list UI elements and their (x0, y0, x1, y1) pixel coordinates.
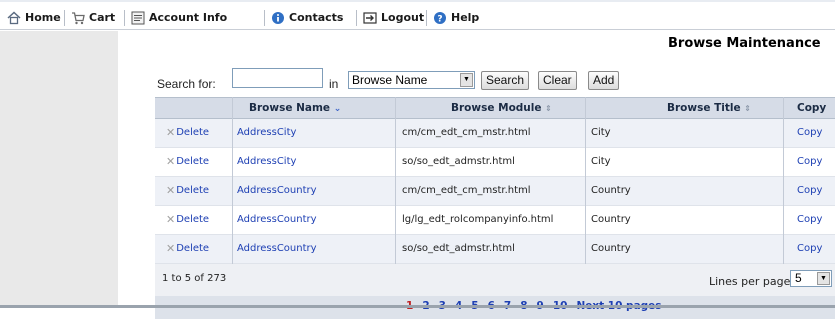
browse-title-cell: City (591, 156, 611, 167)
add-button[interactable]: Add (588, 71, 620, 90)
menu-help[interactable]: ? Help (432, 9, 479, 26)
table-header: Browse Name ⌄ Browse Module ⇕ Browse Tit… (155, 97, 835, 119)
col-browse-name-header[interactable]: Browse Name ⌄ (249, 98, 341, 118)
delete-link[interactable]: ✕ Delete (166, 206, 209, 234)
sort-icon: ⇕ (545, 104, 552, 113)
column-divider (232, 97, 233, 264)
search-label: Search for: (157, 77, 216, 91)
table-row: ✕ Delete AddressCity cm/cm_edt_cm_mstr.ht… (155, 119, 835, 148)
col-copy-header: Copy (797, 102, 827, 114)
browse-name-link[interactable]: AddressCity (237, 148, 296, 176)
menu-contacts-label: Contacts (289, 11, 344, 24)
record-range: 1 to 5 of 273 (162, 273, 227, 284)
table-row: ✕ Delete AddressCountry cm/cm_edt_cm_mstr… (155, 177, 835, 206)
svg-text:?: ? (437, 14, 442, 24)
browse-module-cell: so/so_edt_admstr.html (402, 243, 515, 254)
table-footer: 1 to 5 of 273 Lines per page: 5 ▼ (155, 264, 835, 296)
menu-cart-label: Cart (89, 11, 116, 24)
browse-title-cell: Country (591, 185, 631, 196)
clear-button[interactable]: Clear (538, 71, 577, 90)
browse-module-cell: so/so_edt_admstr.html (402, 156, 515, 167)
lines-per-page-select[interactable]: 5 ▼ (790, 270, 832, 287)
menu-bar: Home Cart Account Info Contacts Logout ?… (0, 5, 835, 30)
menu-account-info[interactable]: Account Info (130, 9, 227, 26)
browse-module-cell: lg/lg_edt_rolcompanyinfo.html (402, 214, 554, 225)
menu-home-label: Home (25, 11, 61, 24)
browse-name-link[interactable]: AddressCountry (237, 235, 317, 263)
search-in-label: in (329, 77, 339, 91)
left-sidebar (0, 31, 118, 306)
search-input[interactable] (232, 68, 323, 88)
menu-separator (124, 10, 125, 26)
delete-x-icon: ✕ (166, 155, 176, 168)
copy-link[interactable]: Copy (797, 235, 822, 263)
menu-separator (356, 10, 357, 26)
menu-logout-label: Logout (381, 11, 425, 24)
sort-desc-icon: ⌄ (333, 104, 342, 114)
browse-title-cell: Country (591, 214, 631, 225)
copy-link[interactable]: Copy (797, 177, 822, 205)
table-row: ✕ Delete AddressCountry so/so_edt_admstr.… (155, 235, 835, 264)
delete-link[interactable]: ✕ Delete (166, 235, 209, 263)
menu-separator (64, 10, 65, 26)
column-divider (585, 97, 586, 264)
account-icon (130, 10, 145, 25)
menu-logout[interactable]: Logout (362, 9, 424, 26)
column-divider (395, 97, 396, 264)
delete-label: Delete (176, 156, 210, 167)
delete-label: Delete (176, 127, 210, 138)
delete-x-icon: ✕ (166, 242, 176, 255)
lines-per-page-value: 5 (795, 271, 802, 285)
chevron-down-icon: ▼ (817, 272, 830, 285)
chevron-down-icon: ▼ (460, 73, 473, 87)
browse-module-cell: cm/cm_edt_cm_mstr.html (402, 127, 531, 138)
col-browse-module-label: Browse Module (451, 102, 542, 114)
contacts-icon (270, 10, 285, 25)
browse-module-cell: cm/cm_edt_cm_mstr.html (402, 185, 531, 196)
delete-x-icon: ✕ (166, 213, 176, 226)
table-row: ✕ Delete AddressCity so/so_edt_admstr.htm… (155, 148, 835, 177)
menu-help-label: Help (451, 11, 480, 24)
delete-x-icon: ✕ (166, 184, 176, 197)
lines-per-page-label: Lines per page: (709, 275, 795, 288)
delete-label: Delete (176, 185, 210, 196)
search-button[interactable]: Search (481, 71, 530, 90)
search-field-select[interactable]: Browse Name ▼ (348, 71, 475, 89)
menu-separator (264, 10, 265, 26)
browse-name-link[interactable]: AddressCountry (237, 177, 317, 205)
delete-x-icon: ✕ (166, 126, 176, 139)
logout-icon (362, 10, 377, 25)
copy-link[interactable]: Copy (797, 119, 822, 147)
delete-link[interactable]: ✕ Delete (166, 119, 209, 147)
delete-label: Delete (176, 214, 210, 225)
table-row: ✕ Delete AddressCountry lg/lg_edt_rolcomp… (155, 206, 835, 235)
sort-icon: ⇕ (744, 104, 751, 113)
browse-title-cell: City (591, 127, 611, 138)
menu-cart[interactable]: Cart (70, 9, 115, 26)
page-title: Browse Maintenance (668, 36, 821, 51)
help-icon: ? (432, 10, 447, 25)
col-browse-module-header[interactable]: Browse Module ⇕ (451, 98, 552, 118)
home-icon (6, 10, 21, 25)
browse-name-link[interactable]: AddressCountry (237, 206, 317, 234)
search-field-value: Browse Name (352, 73, 428, 87)
col-browse-title-header[interactable]: Browse Title ⇕ (667, 98, 751, 118)
cart-icon (70, 10, 85, 25)
menu-contacts[interactable]: Contacts (270, 9, 343, 26)
delete-link[interactable]: ✕ Delete (166, 177, 209, 205)
menu-account-info-label: Account Info (149, 11, 228, 24)
col-browse-title-label: Browse Title (667, 102, 741, 114)
delete-link[interactable]: ✕ Delete (166, 148, 209, 176)
menu-separator (426, 10, 427, 26)
column-divider (783, 97, 784, 264)
delete-label: Delete (176, 243, 210, 254)
col-browse-name-label: Browse Name (249, 102, 331, 114)
top-border (0, 0, 835, 2)
menu-home[interactable]: Home (6, 9, 61, 26)
copy-link[interactable]: Copy (797, 206, 822, 234)
browse-name-link[interactable]: AddressCity (237, 119, 296, 147)
browse-title-cell: Country (591, 243, 631, 254)
copy-link[interactable]: Copy (797, 148, 822, 176)
